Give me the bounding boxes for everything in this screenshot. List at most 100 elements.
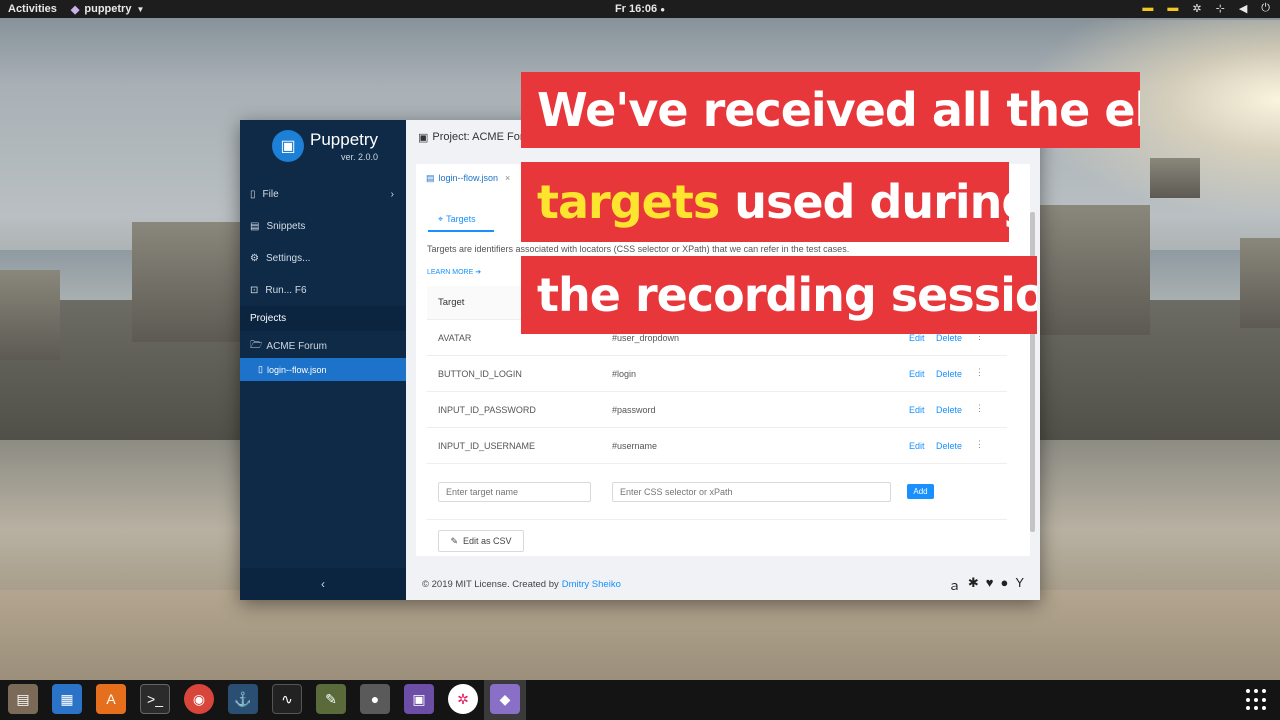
menu-item-snippets[interactable]: ▤ Snippets	[240, 210, 406, 242]
screenshot-icon[interactable]: ▣	[404, 684, 434, 714]
learn-more-link[interactable]: LEARN MORE ➔	[427, 268, 481, 276]
target-selector: #user_dropdown	[612, 333, 680, 343]
table-row: BUTTON_ID_LOGIN #login Edit Delete ⋮	[427, 356, 1007, 392]
mysql-workbench-icon[interactable]: ⚓	[228, 684, 258, 714]
terminal-icon[interactable]: >_	[140, 684, 170, 714]
add-target-row: Add	[427, 474, 1007, 520]
folder-icon[interactable]: ▬	[1167, 2, 1178, 15]
delete-button[interactable]: Delete	[936, 405, 962, 415]
gimp-icon[interactable]: ✎	[316, 684, 346, 714]
menu-item-file[interactable]: ▯ File ›	[240, 178, 406, 210]
table-row: INPUT_ID_USERNAME #username Edit Delete …	[427, 428, 1007, 464]
file-icon: ▤	[426, 172, 435, 183]
edit-button[interactable]: Edit	[909, 441, 925, 451]
concrete-block	[1240, 238, 1280, 328]
menu-item-label: File	[262, 188, 279, 200]
concrete-block	[132, 222, 242, 342]
caption-text: the recording session	[537, 268, 1037, 322]
system-tray[interactable]: ▬ ▬ ✲ ⊹ ◀ ⏻	[1142, 2, 1270, 15]
fork-icon[interactable]: Y	[1015, 575, 1024, 594]
slack-icon[interactable]: ✲	[448, 684, 478, 714]
target-name-input[interactable]	[438, 482, 591, 502]
footer-text: © 2019 MIT License. Created by	[422, 578, 559, 590]
edit-button[interactable]: Edit	[909, 405, 925, 415]
concrete-block	[1150, 158, 1200, 198]
tab-login-flow[interactable]: ▤ login--flow.json ×	[418, 164, 519, 192]
project-title: Project: ACME Foru	[432, 131, 530, 143]
target-name: INPUT_ID_USERNAME	[438, 441, 536, 451]
concrete-block	[0, 270, 60, 360]
target-selector: #password	[612, 405, 656, 415]
power-icon[interactable]: ⏻	[1261, 2, 1270, 15]
more-icon[interactable]: ⋮	[975, 403, 984, 414]
add-button[interactable]: Add	[907, 484, 934, 499]
sidebar-menu: ▯ File › ▤ Snippets ⚙ Settings... ⊡ Run.…	[240, 178, 406, 306]
clock-label: Fr 16:06	[614, 3, 658, 15]
caption-highlight: targets	[537, 175, 720, 229]
volume-icon[interactable]: ◀	[1239, 2, 1247, 15]
twitter-icon[interactable]: ♥	[986, 575, 994, 594]
caption-text: We've received all the elem	[537, 83, 1140, 137]
delete-button[interactable]: Delete	[936, 333, 962, 343]
targets-description: Targets are identifiers associated with …	[427, 244, 850, 254]
project-file-login-flow[interactable]: ▯ login--flow.json	[240, 358, 406, 381]
puppetry-icon[interactable]: ◆	[490, 684, 520, 714]
caption-line-1: We've received all the elem	[521, 72, 1140, 148]
file-icon: ▯	[258, 364, 263, 374]
concrete-block	[1040, 205, 1150, 335]
tab-label: login--flow.json	[438, 173, 499, 183]
system-monitor-icon[interactable]: ∿	[272, 684, 302, 714]
recorder-icon[interactable]: ●	[360, 684, 390, 714]
software-icon[interactable]: A	[96, 684, 126, 714]
more-icon[interactable]: ⋮	[975, 367, 984, 378]
menu-item-settings[interactable]: ⚙ Settings...	[240, 242, 406, 274]
footer: © 2019 MIT License. Created by Dmitry Sh…	[406, 568, 1040, 600]
show-applications-icon[interactable]	[1246, 689, 1268, 711]
chrome-icon[interactable]: ◉	[184, 684, 214, 714]
chevron-down-icon: ▼	[136, 4, 145, 14]
close-icon[interactable]: ×	[505, 173, 510, 183]
files-icon[interactable]: ▤	[8, 684, 38, 714]
slack-tray-icon[interactable]: ✲	[1192, 2, 1201, 15]
target-name: INPUT_ID_PASSWORD	[438, 405, 536, 415]
app-menu[interactable]: ◆ puppetry ▼	[71, 3, 144, 16]
collapse-sidebar-button[interactable]: ‹	[240, 568, 406, 600]
edit-as-csv-button[interactable]: ✎ Edit as CSV	[438, 530, 524, 552]
slack-icon[interactable]: ✱	[968, 575, 979, 594]
author-link[interactable]: Dmitry Sheiko	[562, 579, 621, 590]
sidebar: ▣ Puppetry ver. 2.0.0 ▯ File › ▤ Snippet…	[240, 120, 406, 600]
amazon-icon[interactable]: ａ	[948, 575, 961, 594]
delete-button[interactable]: Delete	[936, 441, 962, 451]
target-selector-input[interactable]	[612, 482, 891, 502]
more-icon[interactable]: ⋮	[975, 439, 984, 450]
activities-button[interactable]: Activities	[8, 3, 57, 15]
tab-targets[interactable]: ⌖ Targets	[428, 208, 494, 232]
delete-button[interactable]: Delete	[936, 369, 962, 379]
target-selector: #login	[612, 369, 637, 379]
folder-icon[interactable]: ▬	[1142, 2, 1153, 15]
targets-icon: ⌖	[438, 213, 444, 224]
file-icon: ▯	[250, 188, 256, 200]
brand: ▣ Puppetry ver. 2.0.0	[272, 130, 378, 162]
table-row: INPUT_ID_PASSWORD #password Edit Delete …	[427, 392, 1007, 428]
brand-version: ver. 2.0.0	[341, 152, 379, 162]
folder-open-icon: 🗁	[250, 340, 263, 351]
run-icon: ⊡	[250, 284, 259, 296]
scrollbar[interactable]	[1028, 200, 1036, 560]
network-icon[interactable]: ⊹	[1216, 2, 1225, 15]
menu-item-run[interactable]: ⊡ Run... F6	[240, 274, 406, 306]
app-menu-label: puppetry	[84, 3, 132, 15]
writer-icon[interactable]: ▦	[52, 684, 82, 714]
target-name: BUTTON_ID_LOGIN	[438, 369, 522, 379]
chevron-left-icon: ‹	[321, 577, 325, 591]
sand	[0, 590, 1280, 680]
project-acme-forum[interactable]: 🗁 ACME Forum	[250, 338, 327, 355]
edit-button[interactable]: Edit	[909, 369, 925, 379]
github-icon[interactable]: ●	[1000, 575, 1008, 594]
clock[interactable]: Fr 16:06 ●	[0, 3, 1280, 15]
pencil-icon: ✎	[450, 535, 458, 546]
target-selector: #username	[612, 441, 658, 451]
edit-button[interactable]: Edit	[909, 333, 925, 343]
tab-targets-label: Targets	[446, 214, 476, 224]
projects-heading: Projects	[240, 306, 406, 331]
